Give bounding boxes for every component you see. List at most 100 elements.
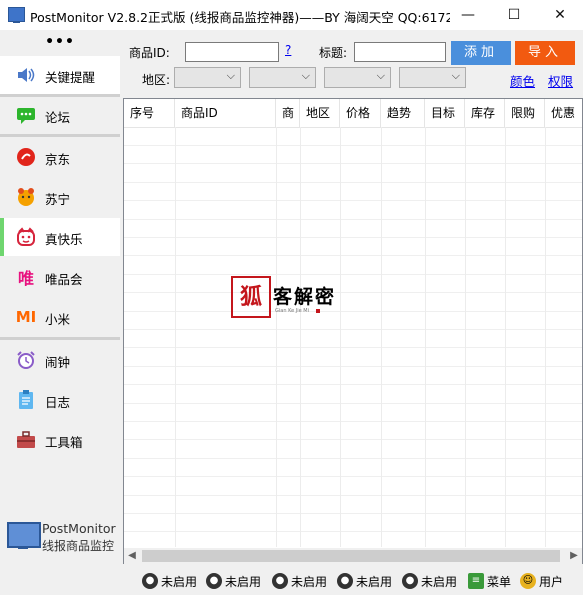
toolbox-icon (15, 430, 37, 450)
more-button[interactable]: ••• (0, 34, 120, 50)
watermark-subtext: Gian Ke Jie Mi (275, 308, 310, 314)
scrollbar-thumb[interactable] (142, 550, 560, 562)
close-button[interactable]: ✕ (537, 0, 583, 30)
region-label: 地区: (142, 73, 171, 87)
scroll-left-arrow[interactable]: ◀ (124, 548, 140, 564)
alarm-clock-icon (15, 350, 37, 370)
scroll-right-arrow[interactable]: ▶ (566, 548, 582, 564)
column-header[interactable]: 价格 (340, 99, 381, 127)
sidebar-item-vip[interactable]: 唯 唯品会 (0, 258, 120, 296)
chevron-down-icon: ⌵ (376, 69, 385, 82)
product-grid[interactable]: 序号 商品ID 商 地区 价格 趋势 目标 库存 限购 优惠 (123, 98, 583, 564)
product-id-input[interactable] (185, 42, 279, 62)
column-header[interactable]: 目标 (425, 99, 465, 127)
chevron-down-icon: ⌵ (301, 69, 310, 82)
region-select-1[interactable]: ⌵ (174, 67, 241, 88)
sidebar-item-forum[interactable]: 论坛 (0, 96, 120, 134)
grid-row-line (124, 237, 582, 238)
sidebar-item-xiaomi[interactable]: MI 小米 (0, 298, 120, 336)
status-headset[interactable]: ● 未启用 (337, 572, 392, 590)
grid-header: 序号 商品ID 商 地区 价格 趋势 目标 库存 限购 优惠 (124, 99, 582, 128)
status-label: 未启用 (356, 574, 393, 589)
grid-row-line (124, 384, 582, 385)
window-title: PostMonitor V2.8.2正式版 (线报商品监控神器)——BY 海阔天… (30, 10, 450, 25)
sidebar-item-log[interactable]: 日志 (0, 381, 120, 419)
grid-row-line (124, 458, 582, 459)
mi-logo-icon: MI (15, 308, 37, 326)
sidebar-item-label: 小米 (45, 312, 71, 327)
status-user[interactable]: ☺ 用户 (520, 572, 563, 590)
status-menu[interactable]: ≡ 菜单 (468, 572, 511, 590)
title-input[interactable] (354, 42, 446, 62)
menu-icon: ≡ (468, 573, 484, 589)
vip-logo-icon: 唯 (17, 269, 34, 288)
column-header[interactable]: 序号 (124, 99, 175, 127)
help-link[interactable]: ? (285, 43, 291, 57)
sidebar: ••• 关键提醒 论坛 京东 苏宁 真快乐 唯 唯品会 MI 小米 闹钟 日志 … (0, 30, 120, 595)
grid-column-line (340, 127, 341, 547)
watermark-text: 客解密 (273, 286, 337, 308)
sidebar-item-alarm[interactable]: 闹钟 (0, 341, 120, 379)
app-icon (8, 7, 25, 23)
import-button[interactable]: 导入 (515, 41, 575, 65)
zhenkuaile-logo-icon (15, 227, 37, 247)
brand-monitor-icon (7, 522, 41, 549)
watermark-seal: 狐 (231, 276, 271, 318)
grid-column-line (545, 127, 546, 547)
sidebar-item-keyword-alert[interactable]: 关键提醒 (0, 56, 120, 94)
column-header[interactable]: 趋势 (381, 99, 425, 127)
color-link[interactable]: 颜色 (510, 71, 535, 90)
chevron-down-icon: ⌵ (226, 69, 235, 82)
column-header[interactable]: 商品ID (175, 99, 276, 127)
sidebar-item-suning[interactable]: 苏宁 (0, 178, 120, 216)
status-dingtalk[interactable]: ● 未启用 (402, 572, 457, 590)
sidebar-item-toolbox[interactable]: 工具箱 (0, 421, 120, 459)
column-header[interactable]: 限购 (505, 99, 545, 127)
column-header[interactable]: 商 (276, 99, 300, 127)
status-label: 菜单 (487, 574, 512, 589)
grid-row-line (124, 513, 582, 514)
grid-row-line (124, 163, 582, 164)
sidebar-item-label: 唯品会 (45, 272, 83, 287)
grid-row-line (124, 311, 582, 312)
suning-logo-icon (15, 187, 37, 207)
column-header[interactable]: 库存 (465, 99, 505, 127)
grid-row-line (124, 329, 582, 330)
sidebar-item-label: 关键提醒 (45, 70, 96, 85)
grid-row-line (124, 255, 582, 256)
sidebar-item-jd[interactable]: 京东 (0, 138, 120, 176)
status-label: 用户 (539, 574, 564, 589)
grid-row-line (124, 292, 582, 293)
watermark-dot (316, 309, 320, 313)
grid-row-line (124, 531, 582, 532)
region-select-2[interactable]: ⌵ (249, 67, 316, 88)
grid-column-line (300, 127, 301, 547)
status-bar: ● 未启用 ● 未启用 ● 未启用 ● 未启用 ● 未启用 ≡ 菜单 ☺ 用户 (120, 567, 583, 595)
column-header[interactable]: 地区 (300, 99, 340, 127)
status-qq[interactable]: ● 未启用 (272, 572, 327, 590)
log-icon (15, 390, 37, 410)
status-label: 未启用 (225, 574, 262, 589)
minimize-button[interactable]: — (445, 0, 491, 30)
grid-row-line (124, 274, 582, 275)
permission-link[interactable]: 权限 (548, 71, 573, 90)
horizontal-scrollbar[interactable]: ◀ ▶ (124, 548, 582, 564)
user-icon: ☺ (520, 573, 536, 589)
brand-name: PostMonitor (42, 521, 116, 536)
status-wechat-1[interactable]: ● 未启用 (142, 572, 197, 590)
qq-penguin-icon: ● (272, 573, 288, 589)
sidebar-item-label: 日志 (45, 395, 71, 410)
maximize-button[interactable]: ☐ (491, 0, 537, 30)
grid-row-line (124, 182, 582, 183)
region-select-4[interactable]: ⌵ (399, 67, 466, 88)
title-label: 标题: (319, 46, 348, 60)
grid-row-line (124, 495, 582, 496)
column-header[interactable]: 优惠 (545, 99, 582, 127)
sidebar-item-zhenkuaile[interactable]: 真快乐 (0, 218, 120, 256)
status-wechat-2[interactable]: ● 未启用 (206, 572, 261, 590)
add-button[interactable]: 添加 (451, 41, 511, 65)
region-select-3[interactable]: ⌵ (324, 67, 391, 88)
sidebar-item-label: 工具箱 (45, 435, 83, 450)
grid-column-line (276, 127, 277, 547)
grid-row-line (124, 403, 582, 404)
